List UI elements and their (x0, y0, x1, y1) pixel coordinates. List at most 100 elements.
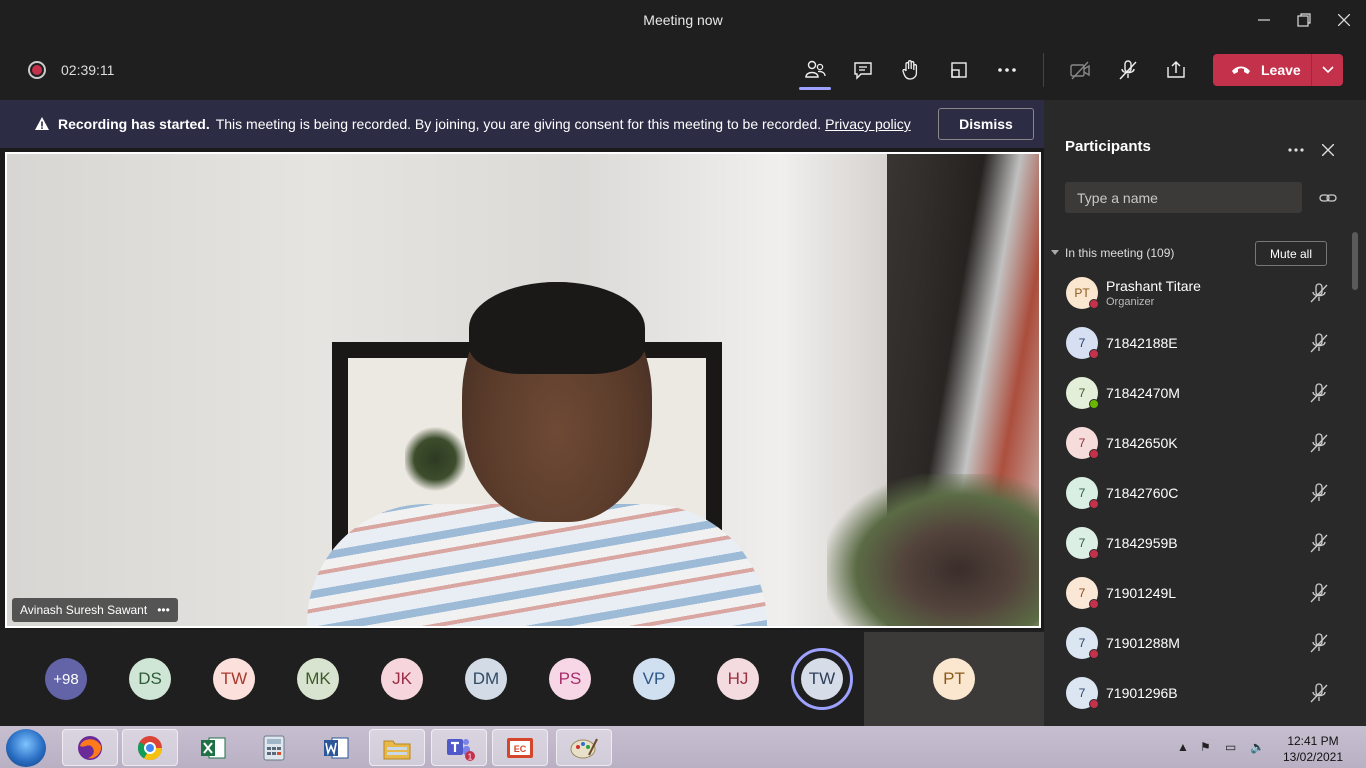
clock-date: 13/02/2021 (1282, 750, 1344, 764)
mic-off-icon (1119, 60, 1137, 80)
speaker-body (307, 504, 767, 626)
dismiss-button[interactable]: Dismiss (938, 108, 1034, 140)
minimize-button[interactable] (1244, 0, 1284, 40)
participant-row[interactable]: 7 71842470M (1044, 368, 1354, 418)
active-speaker-ring (791, 648, 853, 710)
mic-muted-icon[interactable] (1308, 282, 1330, 304)
mic-muted-icon[interactable] (1308, 632, 1330, 654)
close-panel-button[interactable] (1318, 140, 1338, 160)
participant-row[interactable]: 7 71901296B (1044, 668, 1354, 718)
participant-name: 71901249L (1106, 585, 1177, 601)
excel-icon (201, 737, 226, 758)
panel-more-button[interactable] (1286, 140, 1306, 160)
strip-avatar[interactable]: VP (633, 658, 675, 700)
taskbar-teams[interactable]: 1 (431, 729, 487, 766)
share-invite-button[interactable] (1318, 188, 1338, 208)
volume-icon[interactable]: 🔈 (1250, 740, 1265, 754)
participant-row[interactable]: 7 71901288M (1044, 618, 1354, 668)
participant-name: Prashant Titare (1106, 278, 1201, 294)
camera-off-icon (1070, 61, 1090, 80)
close-window-button[interactable] (1324, 0, 1364, 40)
restore-button[interactable] (1284, 0, 1324, 40)
strip-avatar[interactable]: TW (213, 658, 255, 700)
restore-icon (1297, 13, 1311, 27)
leave-main[interactable]: Leave (1213, 54, 1311, 86)
show-participants-button[interactable] (800, 55, 830, 85)
mic-toggle-button[interactable] (1113, 55, 1143, 85)
strip-avatar[interactable]: DS (129, 658, 171, 700)
participant-name: 71901296B (1106, 685, 1178, 701)
taskbar-clock[interactable]: 12:41 PM 13/02/2021 (1268, 733, 1358, 765)
calculator-icon (263, 735, 285, 760)
teams-badge: 1 (468, 752, 473, 761)
presence-status-icon (1089, 449, 1099, 459)
mic-muted-icon[interactable] (1308, 532, 1330, 554)
share-tray-button[interactable] (944, 55, 974, 85)
mic-muted-icon[interactable] (1308, 682, 1330, 704)
taskbar-firefox[interactable] (62, 729, 118, 766)
recording-banner: Recording has started. This meeting is b… (0, 100, 1044, 148)
collapse-caret-icon (1051, 250, 1059, 255)
svg-text:EC: EC (514, 744, 527, 754)
presence-status-icon (1089, 549, 1099, 559)
chat-icon (854, 62, 872, 80)
strip-avatar[interactable]: JK (381, 658, 423, 700)
speaker-video[interactable] (5, 152, 1041, 628)
strip-avatar[interactable]: MK (297, 658, 339, 700)
speaker-hair (469, 282, 645, 374)
close-icon (1322, 144, 1334, 156)
leave-options-button[interactable] (1312, 66, 1343, 74)
mute-all-button[interactable]: Mute all (1255, 241, 1327, 266)
mic-muted-icon[interactable] (1308, 332, 1330, 354)
taskbar-word[interactable] (308, 729, 364, 766)
start-button[interactable] (6, 729, 46, 767)
network-icon[interactable]: ▭ (1225, 740, 1236, 754)
show-hidden-icons-button[interactable]: ▲ (1177, 740, 1189, 754)
active-tab-indicator (799, 87, 831, 90)
raise-hand-icon (902, 60, 918, 80)
window-title: Meeting now (643, 12, 723, 28)
link-icon (1319, 194, 1337, 202)
participant-role: Organizer (1106, 296, 1155, 308)
in-meeting-section-header[interactable]: In this meeting (109) (1051, 246, 1174, 260)
mic-muted-icon[interactable] (1308, 482, 1330, 504)
participant-row[interactable]: 7 71842760C (1044, 468, 1354, 518)
participant-name: 71842959B (1106, 535, 1178, 551)
overflow-participants-button[interactable]: +98 (45, 658, 87, 700)
share-screen-button[interactable] (1161, 55, 1191, 85)
panel-scrollbar[interactable] (1352, 232, 1358, 290)
strip-avatar[interactable]: PS (549, 658, 591, 700)
share-tray-icon (951, 62, 967, 78)
self-video-tile[interactable]: PT (864, 632, 1044, 726)
search-participants-input[interactable]: Type a name (1065, 182, 1302, 213)
participant-row[interactable]: 7 71901249L (1044, 568, 1354, 618)
participant-row[interactable]: 7 71842650K (1044, 418, 1354, 468)
presence-status-icon (1089, 499, 1099, 509)
leave-button[interactable]: Leave (1213, 54, 1343, 86)
participant-row[interactable]: 7 71842959B (1044, 518, 1354, 568)
taskbar-excel[interactable] (185, 729, 241, 766)
show-chat-button[interactable] (848, 55, 878, 85)
taskbar-file-explorer[interactable] (369, 729, 425, 766)
strip-avatar[interactable]: HJ (717, 658, 759, 700)
mic-muted-icon[interactable] (1308, 432, 1330, 454)
taskbar-paint[interactable] (556, 729, 612, 766)
strip-avatar[interactable]: DM (465, 658, 507, 700)
mic-muted-icon[interactable] (1308, 382, 1330, 404)
taskbar-screen-recorder[interactable]: EC (492, 729, 548, 766)
mic-muted-icon[interactable] (1308, 582, 1330, 604)
speaker-name-tag[interactable]: Avinash Suresh Sawant ••• (12, 598, 178, 622)
close-icon (1338, 14, 1350, 26)
minimize-icon (1258, 19, 1270, 21)
privacy-policy-link[interactable]: Privacy policy (825, 116, 911, 132)
action-center-icon[interactable]: ⚑ (1200, 740, 1211, 754)
more-actions-button[interactable] (992, 55, 1022, 85)
speaker-more-icon[interactable]: ••• (157, 603, 170, 617)
taskbar-calculator[interactable] (246, 729, 302, 766)
camera-toggle-button[interactable] (1065, 55, 1095, 85)
participant-name: 71901288M (1106, 635, 1180, 651)
raise-hand-button[interactable] (896, 55, 926, 85)
participant-row[interactable]: 7 71842188E (1044, 318, 1354, 368)
participant-row[interactable]: PT Prashant Titare Organizer (1044, 268, 1354, 318)
taskbar-chrome[interactable] (122, 729, 178, 766)
